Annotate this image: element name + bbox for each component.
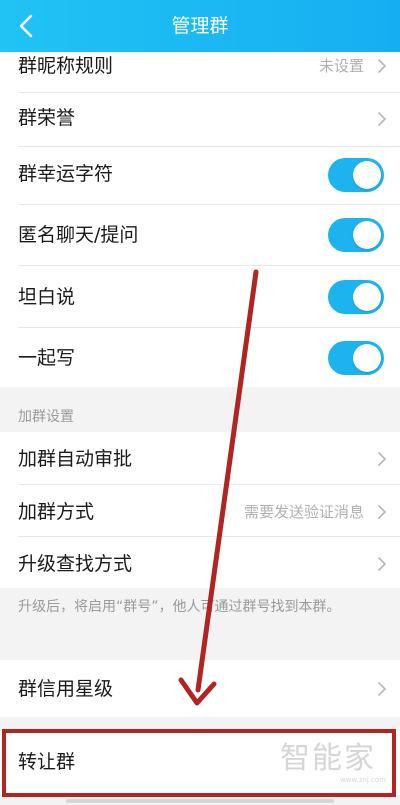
- chevron-right-icon: [378, 59, 386, 73]
- lucky-char-toggle[interactable]: [328, 158, 384, 192]
- setting-label: 加群自动审批: [18, 448, 133, 470]
- upgrade-footnote: 升级后，将启用“群号”，他人可通过群号找到本群。: [18, 599, 341, 615]
- setting-label: 群信用星级: [18, 678, 114, 700]
- setting-row-lucky-char: 群幸运字符: [0, 147, 400, 204]
- setting-row-write-together: 一起写: [0, 328, 400, 387]
- toggle-knob: [353, 283, 381, 311]
- setting-label: 群昵称规则: [18, 55, 114, 77]
- setting-row-credit[interactable]: 群信用星级: [0, 660, 400, 717]
- setting-row-honor[interactable]: 群荣誉: [0, 93, 400, 146]
- setting-row-anonymous-chat: 匿名聊天/提问: [0, 205, 400, 264]
- setting-value: 需要发送验证消息: [243, 503, 364, 521]
- toggle-knob: [353, 161, 381, 189]
- setting-label: 匿名聊天/提问: [18, 224, 139, 246]
- chevron-right-icon: [378, 112, 386, 126]
- write-together-toggle[interactable]: [328, 341, 384, 375]
- section-header-join: 加群设置: [18, 409, 74, 425]
- annotation-highlight-box: [2, 729, 396, 797]
- group-settings-list: 群昵称规则 未设置 群荣誉 群幸运字符 匿名聊天/提问 坦白说 一起写: [0, 52, 400, 387]
- toggle-knob: [353, 344, 381, 372]
- setting-row-join-method[interactable]: 加群方式 需要发送验证消息: [0, 485, 400, 536]
- setting-value: 未设置: [318, 57, 364, 75]
- setting-label: 一起写: [18, 347, 76, 369]
- toggle-knob: [353, 221, 381, 249]
- setting-row-auto-approve[interactable]: 加群自动审批: [0, 432, 400, 484]
- chevron-right-icon: [378, 452, 386, 466]
- setting-label: 群幸运字符: [18, 163, 114, 185]
- setting-row-confession: 坦白说: [0, 266, 400, 326]
- chevron-right-icon: [378, 505, 386, 519]
- setting-label: 加群方式: [18, 501, 95, 523]
- chevron-right-icon: [378, 682, 386, 696]
- setting-label: 升级查找方式: [18, 553, 133, 575]
- setting-row-nickname-rule[interactable]: 群昵称规则 未设置: [0, 52, 400, 82]
- join-settings-list: 加群自动审批 加群方式 需要发送验证消息 升级查找方式: [0, 432, 400, 588]
- setting-row-upgrade-search[interactable]: 升级查找方式: [0, 537, 400, 588]
- chevron-right-icon: [378, 557, 386, 571]
- setting-label: 群荣誉: [18, 107, 76, 129]
- setting-label: 坦白说: [18, 286, 76, 308]
- anonymous-chat-toggle[interactable]: [328, 218, 384, 252]
- home-indicator: [66, 799, 334, 803]
- top-bar: 管理群: [0, 0, 400, 52]
- confession-toggle[interactable]: [328, 280, 384, 314]
- page-title: 管理群: [171, 15, 229, 37]
